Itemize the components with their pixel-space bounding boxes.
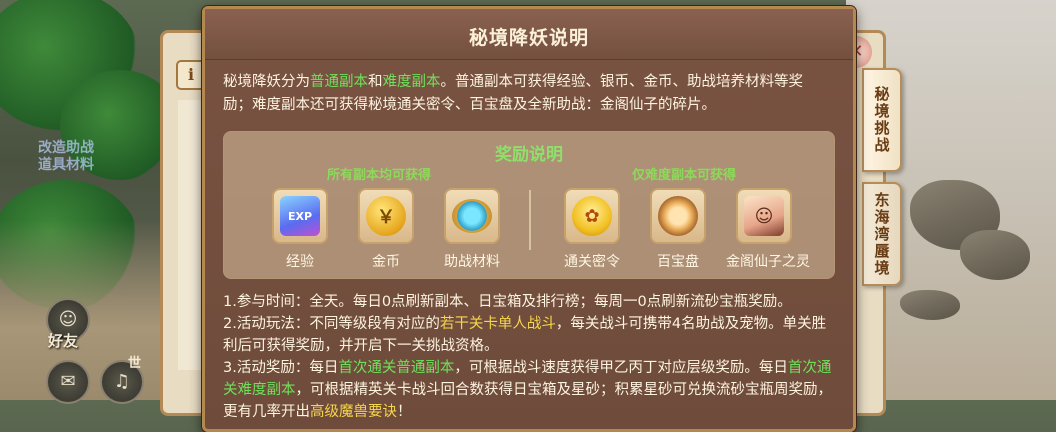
reward-icon-frame: ￥ (358, 188, 414, 244)
normal-dungeon-highlight: 普通副本 (310, 74, 368, 90)
exp-icon: EXP (280, 196, 320, 236)
background-hint-text: 改造助战 道具材料 (38, 140, 94, 173)
help-popup: 秘境降妖说明 秘境降妖分为普通副本和难度副本。普通副本可获得经验、银币、金币、助… (202, 6, 856, 432)
popup-title-bar: 秘境降妖说明 (205, 9, 853, 60)
golden-fairy-spirit-icon: ☺ (744, 196, 784, 236)
rule-text-part: 3.活动奖励：每日 (223, 360, 339, 376)
reward-label: 经验 (286, 254, 314, 270)
reward-title: 奖励说明 (495, 145, 563, 165)
reward-icon-frame: EXP (272, 188, 328, 244)
group-label-all: 所有副本均可获得 (326, 168, 431, 183)
intro-text: 秘境降妖分为普通副本和难度副本。普通副本可获得经验、银币、金币、助战培养材料等奖… (223, 71, 823, 117)
reward-item-gold[interactable]: ￥ 金币 (348, 188, 424, 271)
clear-token-icon: ✿ (572, 196, 612, 236)
reward-item-exp[interactable]: EXP 经验 (262, 188, 338, 271)
reward-label: 通关密令 (564, 254, 620, 270)
rule-2: 2.活动玩法：不同等级段有对应的若干关卡单人战斗，每关战斗可携带4名助战及宠物。… (223, 313, 839, 357)
rule-text-part: ！ (397, 404, 412, 420)
reward-icon-frame (444, 188, 500, 244)
chat-icon[interactable]: ✉ (46, 360, 90, 404)
world-channel-label[interactable]: 世 (128, 352, 141, 371)
reward-icon-frame (650, 188, 706, 244)
popup-title: 秘境降妖说明 (468, 27, 589, 49)
reward-item-support-material[interactable]: 助战材料 (434, 188, 510, 271)
reward-label: 金币 (372, 254, 400, 270)
rule-text-part: 2.活动玩法：不同等级段有对应的 (223, 316, 440, 332)
group-label-hard: 仅难度副本可获得 (631, 168, 736, 183)
support-material-icon (452, 199, 492, 233)
reward-label: 助战材料 (444, 254, 500, 270)
hard-dungeon-highlight: 难度副本 (382, 74, 441, 90)
reward-section: 奖励说明 所有副本均可获得 仅难度副本可获得 EXP 经验 ￥ 金币 助战材料 … (223, 131, 835, 279)
rule-3: 3.活动奖励：每日首次通关普通副本，可根据战斗速度获得甲乙丙丁对应层级奖励。每日… (223, 357, 839, 423)
rule-text-part: ，可根据战斗速度获得甲乙丙丁对应层级奖励。每日 (454, 360, 788, 376)
rule-highlight: 首次通关普通副本 (338, 360, 455, 376)
gold-coin-icon: ￥ (366, 196, 406, 236)
rule-highlight: 高级魔兽要诀 (310, 404, 397, 420)
reward-item-clear-token[interactable]: ✿ 通关密令 (554, 188, 630, 271)
reward-icon-frame: ✿ (564, 188, 620, 244)
rules-text: 1.参与时间：全天。每日0点刷新副本、日宝箱及排行榜；每周一0点刷新流砂宝瓶奖励… (223, 291, 839, 423)
reward-item-treasure-plate[interactable]: 百宝盘 (640, 188, 716, 271)
tab-secret-challenge[interactable]: 秘境挑战 (862, 68, 902, 172)
rule-highlight: 若干关卡单人战斗 (439, 316, 556, 332)
friend-label[interactable]: 好友 (48, 330, 78, 351)
divider (529, 190, 531, 250)
reward-label: 金阁仙子之灵 (726, 254, 810, 270)
reward-item-golden-fairy[interactable]: ☺ 金阁仙子之灵 (726, 188, 810, 271)
treasure-plate-icon (658, 196, 698, 236)
intro-text-part: 秘境降妖分为 (223, 74, 310, 90)
tab-east-sea-mirage[interactable]: 东海湾蜃境 (862, 182, 902, 286)
reward-icon-frame: ☺ (736, 188, 792, 244)
rule-1: 1.参与时间：全天。每日0点刷新副本、日宝箱及排行榜；每周一0点刷新流砂宝瓶奖励… (223, 294, 792, 310)
intro-text-part: 和 (368, 74, 383, 90)
reward-label: 百宝盘 (657, 254, 699, 270)
